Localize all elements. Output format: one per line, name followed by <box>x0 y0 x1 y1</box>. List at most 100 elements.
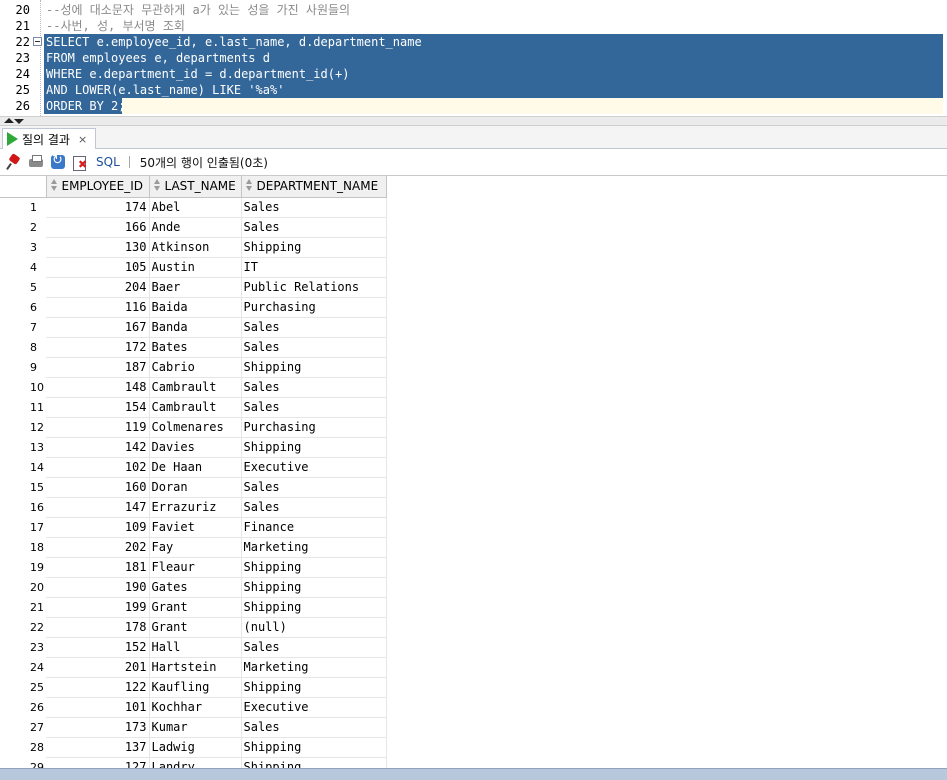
table-row[interactable]: 19 181 Fleaur Shipping <box>0 557 387 578</box>
last-name-cell[interactable]: Banda <box>149 317 242 338</box>
tab-query-result[interactable]: 질의 결과 × <box>2 128 97 149</box>
column-header-department-name[interactable]: DEPARTMENT_NAME <box>241 176 387 198</box>
code-statement[interactable]: ORDER BY 2; <box>46 98 125 114</box>
table-row[interactable]: 21 199 Grant Shipping <box>0 597 387 618</box>
results-grid[interactable]: EMPLOYEE_ID LAST_NAME DEPARTMENT_NAME 11… <box>0 175 947 768</box>
table-row[interactable]: 6 116 Baida Purchasing <box>0 297 387 318</box>
employee-id-cell[interactable]: 167 <box>46 317 150 338</box>
department-name-cell[interactable]: Sales <box>241 397 387 418</box>
employee-id-cell[interactable]: 137 <box>46 737 150 758</box>
department-name-cell[interactable]: Shipping <box>241 557 387 578</box>
code-line[interactable]: 23 FROM employees e, departments d <box>0 50 947 66</box>
employee-id-cell[interactable]: 101 <box>46 697 150 718</box>
table-row[interactable]: 27 173 Kumar Sales <box>0 717 387 738</box>
last-name-cell[interactable]: Cambrault <box>149 397 242 418</box>
employee-id-cell[interactable]: 127 <box>46 757 150 768</box>
employee-id-cell[interactable]: 202 <box>46 537 150 558</box>
column-header-last-name[interactable]: LAST_NAME <box>149 176 242 198</box>
table-row[interactable]: 1 174 Abel Sales <box>0 197 387 218</box>
employee-id-cell[interactable]: 148 <box>46 377 150 398</box>
department-name-cell[interactable]: Sales <box>241 197 387 218</box>
last-name-cell[interactable]: Hartstein <box>149 657 242 678</box>
sql-editor[interactable]: 20 --성에 대소문자 무관하게 a가 있는 성을 가진 사원들의 21 --… <box>0 0 947 116</box>
department-name-cell[interactable]: Sales <box>241 217 387 238</box>
table-row[interactable]: 20 190 Gates Shipping <box>0 577 387 598</box>
department-name-cell[interactable]: Executive <box>241 457 387 478</box>
last-name-cell[interactable]: Fleaur <box>149 557 242 578</box>
table-row[interactable]: 23 152 Hall Sales <box>0 637 387 658</box>
employee-id-cell[interactable]: 160 <box>46 477 150 498</box>
last-name-cell[interactable]: Baida <box>149 297 242 318</box>
code-line[interactable]: 26 ORDER BY 2; <box>0 98 947 114</box>
pin-icon[interactable] <box>6 154 22 170</box>
table-row[interactable]: 22 178 Grant (null) <box>0 617 387 638</box>
close-icon[interactable]: × <box>78 133 87 146</box>
sort-icon[interactable] <box>49 179 59 192</box>
code-statement[interactable]: FROM employees e, departments d <box>46 50 270 66</box>
print-icon[interactable] <box>28 154 44 170</box>
employee-id-cell[interactable]: 142 <box>46 437 150 458</box>
department-name-cell[interactable]: Sales <box>241 337 387 358</box>
table-row[interactable]: 5 204 Baer Public Relations <box>0 277 387 298</box>
department-name-cell[interactable]: Shipping <box>241 737 387 758</box>
code-line[interactable]: 24 WHERE e.department_id = d.department_… <box>0 66 947 82</box>
employee-id-cell[interactable]: 204 <box>46 277 150 298</box>
department-name-cell[interactable]: Sales <box>241 637 387 658</box>
table-row[interactable]: 25 122 Kaufling Shipping <box>0 677 387 698</box>
column-header-employee-id[interactable]: EMPLOYEE_ID <box>46 176 150 198</box>
department-name-cell[interactable]: Sales <box>241 317 387 338</box>
last-name-cell[interactable]: Cambrault <box>149 377 242 398</box>
department-name-cell[interactable]: Sales <box>241 477 387 498</box>
employee-id-cell[interactable]: 181 <box>46 557 150 578</box>
department-name-cell[interactable]: Sales <box>241 717 387 738</box>
department-name-cell[interactable]: Sales <box>241 377 387 398</box>
table-row[interactable]: 9 187 Cabrio Shipping <box>0 357 387 378</box>
sort-icon[interactable] <box>152 179 162 192</box>
department-name-cell[interactable]: Shipping <box>241 677 387 698</box>
employee-id-cell[interactable]: 119 <box>46 417 150 438</box>
table-row[interactable]: 16 147 Errazuriz Sales <box>0 497 387 518</box>
employee-id-cell[interactable]: 172 <box>46 337 150 358</box>
last-name-cell[interactable]: Hall <box>149 637 242 658</box>
collapse-down-icon[interactable] <box>14 119 24 124</box>
last-name-cell[interactable]: Ladwig <box>149 737 242 758</box>
code-statement[interactable]: AND LOWER(e.last_name) LIKE '%a%' <box>46 82 284 98</box>
last-name-cell[interactable]: Colmenares <box>149 417 242 438</box>
employee-id-cell[interactable]: 109 <box>46 517 150 538</box>
department-name-cell[interactable]: Marketing <box>241 657 387 678</box>
employee-id-cell[interactable]: 174 <box>46 197 150 218</box>
table-row[interactable]: 24 201 Hartstein Marketing <box>0 657 387 678</box>
last-name-cell[interactable]: Ande <box>149 217 242 238</box>
table-row[interactable]: 12 119 Colmenares Purchasing <box>0 417 387 438</box>
employee-id-cell[interactable]: 152 <box>46 637 150 658</box>
employee-id-cell[interactable]: 187 <box>46 357 150 378</box>
employee-id-cell[interactable]: 166 <box>46 217 150 238</box>
department-name-cell[interactable]: Shipping <box>241 597 387 618</box>
code-comment[interactable]: --성에 대소문자 무관하게 a가 있는 성을 가진 사원들의 <box>46 2 350 18</box>
code-statement[interactable]: WHERE e.department_id = d.department_id(… <box>46 66 349 82</box>
code-comment[interactable]: --사번, 성, 부서명 조회 <box>46 18 185 34</box>
employee-id-cell[interactable]: 199 <box>46 597 150 618</box>
code-line[interactable]: 21 --사번, 성, 부서명 조회 <box>0 18 947 34</box>
department-name-cell[interactable]: Purchasing <box>241 417 387 438</box>
employee-id-cell[interactable]: 122 <box>46 677 150 698</box>
table-row[interactable]: 28 137 Ladwig Shipping <box>0 737 387 758</box>
table-row[interactable]: 8 172 Bates Sales <box>0 337 387 358</box>
table-row[interactable]: 2 166 Ande Sales <box>0 217 387 238</box>
employee-id-cell[interactable]: 178 <box>46 617 150 638</box>
last-name-cell[interactable]: Grant <box>149 597 242 618</box>
cancel-icon[interactable] <box>72 154 88 171</box>
code-line[interactable]: 20 --성에 대소문자 무관하게 a가 있는 성을 가진 사원들의 <box>0 2 947 18</box>
employee-id-cell[interactable]: 105 <box>46 257 150 278</box>
last-name-cell[interactable]: Davies <box>149 437 242 458</box>
department-name-cell[interactable]: (null) <box>241 617 387 638</box>
last-name-cell[interactable]: Kochhar <box>149 697 242 718</box>
last-name-cell[interactable]: De Haan <box>149 457 242 478</box>
department-name-cell[interactable]: Shipping <box>241 437 387 458</box>
last-name-cell[interactable]: Landry <box>149 757 242 768</box>
last-name-cell[interactable]: Errazuriz <box>149 497 242 518</box>
department-name-cell[interactable]: Shipping <box>241 237 387 258</box>
collapse-up-icon[interactable] <box>4 118 14 123</box>
department-name-cell[interactable]: Shipping <box>241 357 387 378</box>
employee-id-cell[interactable]: 116 <box>46 297 150 318</box>
